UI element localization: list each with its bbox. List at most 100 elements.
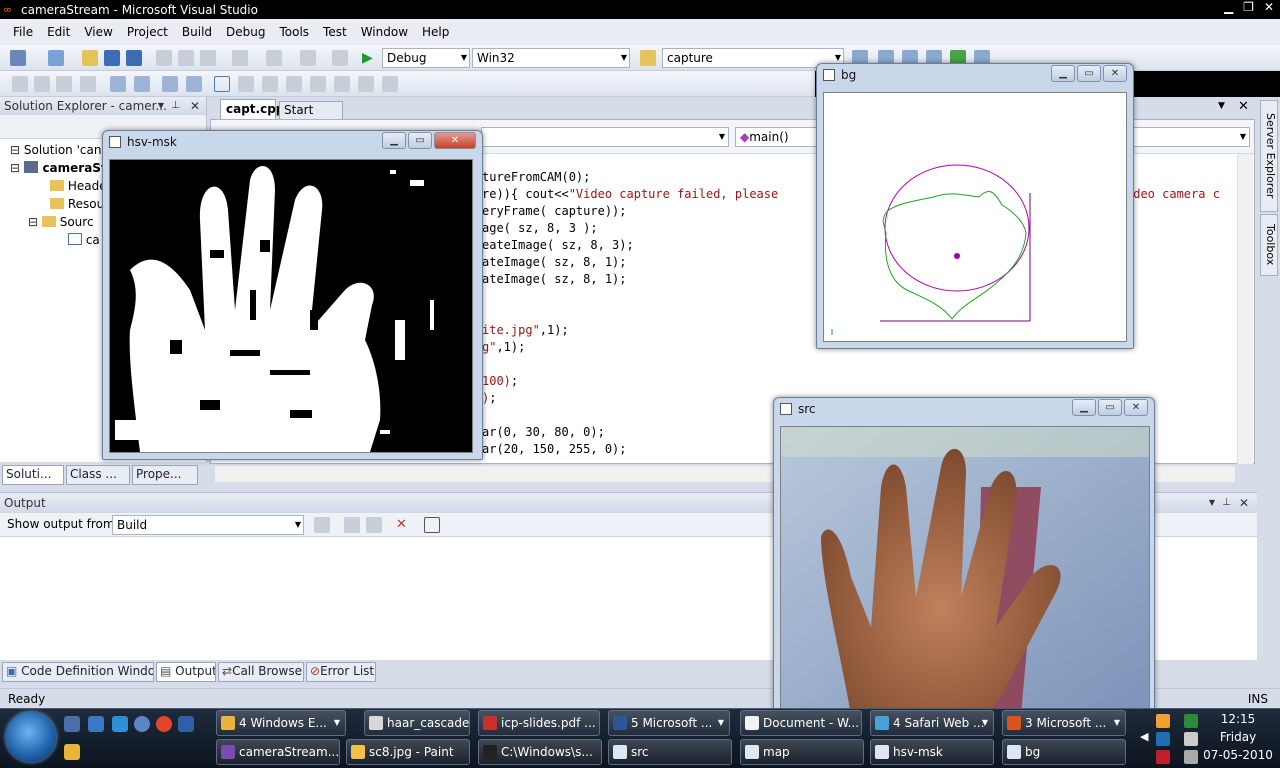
save-all-icon[interactable]	[126, 50, 142, 66]
toolbar-icon[interactable]	[56, 76, 72, 92]
decrease-indent-icon[interactable]	[110, 76, 126, 92]
close-icon[interactable]: ✕	[190, 97, 200, 115]
tree-project[interactable]: ⊟ cameraSt	[10, 161, 107, 175]
maximize-button[interactable]: ▭	[408, 132, 432, 149]
chevron-down-icon[interactable]: ▼	[1218, 101, 1225, 111]
taskbar-button[interactable]: 4 Windows E... ▼	[216, 710, 346, 736]
tab-server-explorer[interactable]: Server Explorer	[1260, 100, 1278, 212]
tab-class-view[interactable]: Class ...	[66, 465, 130, 485]
minimize-button[interactable]: ▁	[382, 132, 406, 149]
taskbar-button[interactable]: 3 Microsoft ... ▼	[1002, 710, 1126, 736]
src-window[interactable]: src ▁ ▭ ✕	[773, 397, 1155, 717]
close-button[interactable]: ✕	[1124, 399, 1148, 416]
tree-header-files[interactable]: Heade	[50, 179, 107, 193]
comment-icon[interactable]	[162, 76, 178, 92]
taskbar-button[interactable]: Document - W...	[740, 710, 862, 736]
pin-icon[interactable]: ⊥	[1222, 493, 1231, 513]
open-file-icon[interactable]	[82, 50, 98, 66]
toolbar-icon[interactable]	[12, 76, 28, 92]
taskbar-button[interactable]: sc8.jpg - Paint	[346, 739, 470, 765]
toolbar-icon[interactable]	[34, 76, 50, 92]
taskbar-button[interactable]: cameraStream...	[216, 739, 340, 765]
pin-icon[interactable]: ⊥	[171, 97, 180, 115]
close-icon[interactable]: ✕	[1238, 99, 1249, 114]
taskbar-button[interactable]: icp-slides.pdf ...	[478, 710, 600, 736]
close-icon[interactable]: ✕	[1264, 0, 1274, 14]
menu-item[interactable]: File	[6, 25, 40, 39]
tab-code-definition[interactable]: ▣ Code Definition Window	[2, 662, 154, 682]
uncomment-icon[interactable]	[186, 76, 202, 92]
tab-property-manager[interactable]: Prope...	[132, 465, 198, 485]
output-source-select[interactable]: Build ▼	[112, 515, 304, 535]
taskbar-button[interactable]: 5 Microsoft ... ▼	[608, 710, 730, 736]
folder-icon[interactable]	[64, 744, 80, 760]
menu-item[interactable]: Tools	[272, 25, 316, 39]
tree-solution[interactable]: ⊟ Solution 'can	[10, 143, 101, 157]
find-message-icon[interactable]	[314, 517, 330, 533]
chevron-down-icon[interactable]: ▼	[158, 97, 164, 115]
menu-item[interactable]: Project	[120, 25, 175, 39]
menu-item[interactable]: Help	[415, 25, 456, 39]
taskbar-button[interactable]: C:\Windows\s...	[478, 739, 602, 765]
show-desktop-icon[interactable]	[64, 716, 80, 732]
menu-item[interactable]: Window	[354, 25, 415, 39]
paste-icon[interactable]	[200, 50, 216, 66]
show-hidden-icons-icon[interactable]: ◀	[1140, 730, 1148, 743]
taskbar-button[interactable]: 4 Safari Web ... ▼	[870, 710, 994, 736]
system-clock[interactable]: 12:15 Friday 07-05-2010	[1196, 710, 1280, 766]
close-icon[interactable]: ✕	[1239, 493, 1249, 513]
chevron-down-icon[interactable]: ▼	[1209, 493, 1215, 513]
tree-source-file[interactable]: ca	[68, 233, 100, 247]
new-project-icon[interactable]	[10, 50, 26, 66]
tab-solution-explorer[interactable]: Soluti...	[2, 465, 64, 485]
redo-icon[interactable]	[266, 50, 282, 66]
start-debugging-icon[interactable]: ▶	[362, 50, 378, 66]
tab-start-page[interactable]: Start Page	[279, 101, 343, 131]
start-button[interactable]	[6, 712, 56, 762]
navigate-forward-icon[interactable]	[332, 50, 348, 66]
word-wrap-icon[interactable]	[424, 517, 440, 533]
tab-call-browser[interactable]: ⇄Call Browser	[218, 662, 304, 682]
taskbar-button[interactable]: src	[608, 739, 732, 765]
tray-icon[interactable]	[1156, 750, 1170, 764]
hsv-msk-window[interactable]: hsv-msk ▁ ▭ ✕	[102, 130, 483, 460]
menu-item[interactable]: Test	[316, 25, 354, 39]
find-in-files-icon[interactable]	[640, 50, 656, 66]
maximize-icon[interactable]: ❐	[1243, 0, 1254, 14]
editor-vertical-scrollbar[interactable]	[1237, 154, 1253, 464]
safari-icon[interactable]	[134, 716, 150, 732]
scope-select[interactable]: ▼	[481, 127, 729, 147]
undo-icon[interactable]	[232, 50, 248, 66]
minimize-button[interactable]: ▁	[1051, 65, 1075, 82]
tree-resource-files[interactable]: Resou	[50, 197, 104, 211]
toolbar-icon[interactable]	[262, 76, 278, 92]
copy-icon[interactable]	[178, 50, 194, 66]
internet-explorer-icon[interactable]	[112, 716, 128, 732]
minimize-button[interactable]: ▁	[1072, 399, 1096, 416]
platform-select[interactable]: Win32 ▼	[472, 48, 630, 68]
menu-item[interactable]: Build	[175, 25, 219, 39]
navigate-back-icon[interactable]	[300, 50, 316, 66]
toolbar-icon[interactable]	[238, 76, 254, 92]
tab-capt-cpp[interactable]: capt.cpp	[220, 99, 284, 119]
explorer-icon[interactable]	[88, 716, 104, 732]
maximize-button[interactable]: ▭	[1098, 399, 1122, 416]
next-message-icon[interactable]	[366, 517, 382, 533]
taskbar-button[interactable]: haar_cascade.t...	[364, 710, 470, 736]
close-button[interactable]: ✕	[434, 132, 476, 149]
toolbar-icon[interactable]	[334, 76, 350, 92]
taskbar-button[interactable]: bg	[1002, 739, 1126, 765]
maximize-button[interactable]: ▭	[1077, 65, 1101, 82]
cut-icon[interactable]	[156, 50, 172, 66]
configuration-select[interactable]: Debug ▼	[382, 48, 470, 68]
menu-item[interactable]: View	[77, 25, 119, 39]
bg-window[interactable]: bg ▁ ▭ ✕	[816, 63, 1134, 349]
chrome-icon[interactable]	[156, 716, 172, 732]
tab-error-list[interactable]: ⊘Error List	[306, 662, 376, 682]
minimize-icon[interactable]: ▁	[1224, 0, 1233, 14]
save-icon[interactable]	[104, 50, 120, 66]
toolbar-icon[interactable]	[310, 76, 326, 92]
tray-icon[interactable]	[1156, 714, 1170, 728]
taskbar-button[interactable]: map	[740, 739, 864, 765]
previous-message-icon[interactable]	[344, 517, 360, 533]
